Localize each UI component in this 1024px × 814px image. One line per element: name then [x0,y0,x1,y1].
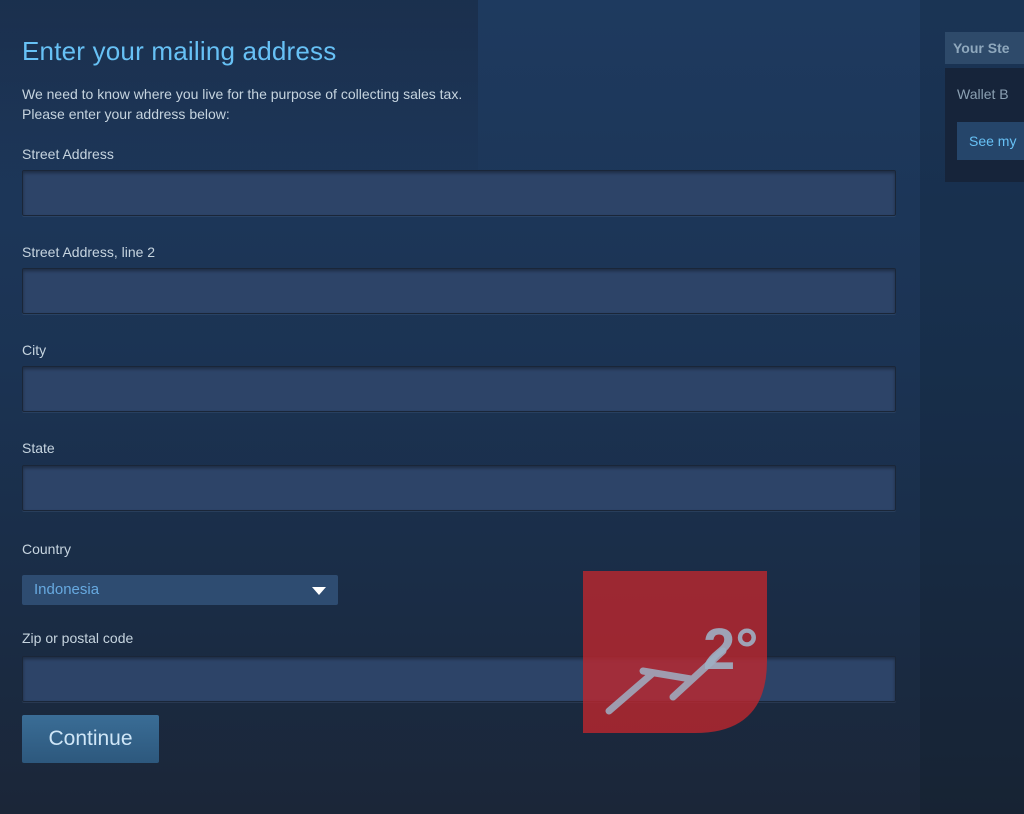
street-address-label: Street Address [22,146,114,162]
state-input[interactable] [22,465,896,511]
continue-button[interactable]: Continue [22,715,159,763]
wallet-panel: Your Ste Wallet B See my [945,32,1024,182]
street-address-input[interactable] [22,170,896,216]
wallet-balance-label: Wallet B [957,86,1009,102]
city-input[interactable] [22,366,896,412]
country-selected-value: Indonesia [34,581,100,598]
street-address-2-input[interactable] [22,268,896,314]
wallet-panel-body: Wallet B See my [945,68,1024,182]
street-address-2-label: Street Address, line 2 [22,244,156,260]
watermark-logo: 2° [583,571,767,733]
wallet-panel-header: Your Ste [945,32,1024,64]
intro-text: We need to know where you live for the p… [22,84,642,124]
intro-line-1: We need to know where you live for the p… [22,86,463,102]
intro-line-2: Please enter your address below: [22,106,230,122]
zip-label: Zip or postal code [22,630,134,646]
chevron-down-icon [312,587,326,595]
country-label: Country [22,541,72,557]
city-label: City [22,342,47,358]
country-select[interactable]: Indonesia [22,575,338,605]
state-label: State [22,440,55,456]
page-title: Enter your mailing address [22,36,337,66]
watermark-text: 2° [703,617,758,682]
see-my-account-link[interactable]: See my [957,122,1024,160]
